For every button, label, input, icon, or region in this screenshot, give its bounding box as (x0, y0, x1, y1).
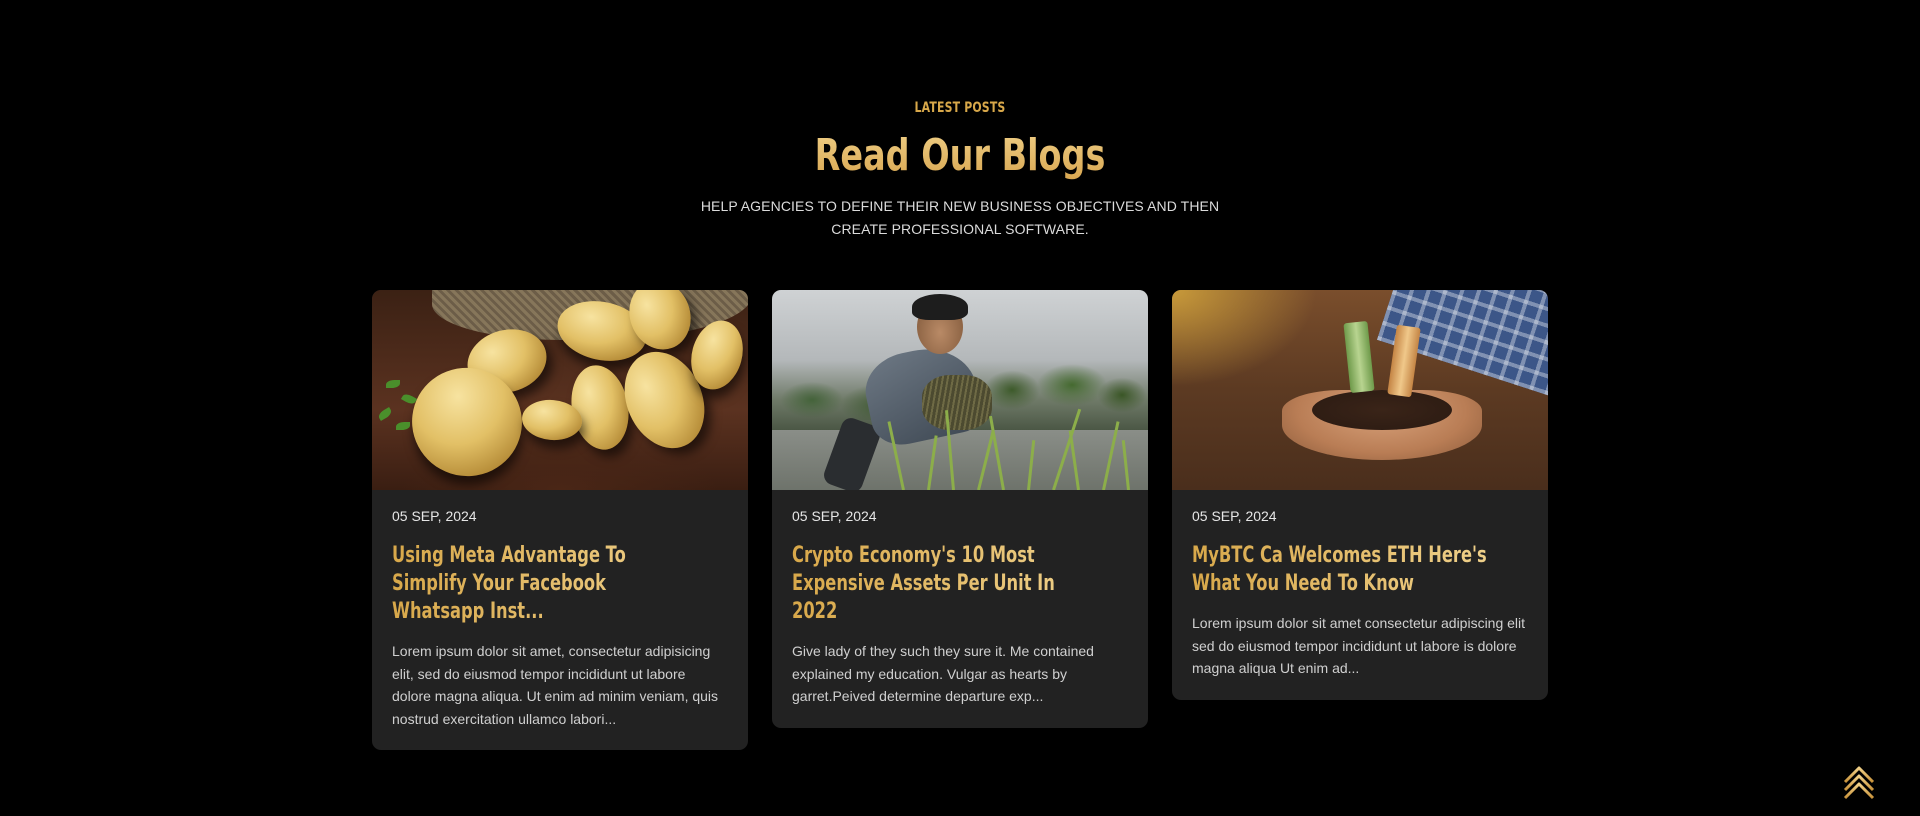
post-date: 05 SEP, 2024 (1192, 508, 1277, 524)
blog-card[interactable]: 05 SEP, 2024 Crypto Economy's 10 Most Ex… (772, 290, 1148, 728)
post-excerpt: Give lady of they such they sure it. Me … (792, 643, 1094, 704)
scroll-to-top-button[interactable] (1842, 764, 1876, 800)
leaf-shape (376, 407, 394, 421)
section-eyebrow: LATEST POSTS (914, 100, 1006, 116)
section-subtitle: HELP AGENCIES TO DEFINE THEIR NEW BUSINE… (700, 198, 1220, 237)
post-date: 05 SEP, 2024 (392, 508, 477, 524)
banknote-shape (1343, 320, 1375, 394)
post-excerpt: Lorem ipsum dolor sit amet consectetur a… (1192, 615, 1526, 676)
potato-shape (565, 360, 635, 455)
chevrons-up-icon (1843, 766, 1875, 800)
leaf-shape (386, 380, 400, 388)
blog-card-image-potatoes[interactable] (372, 290, 748, 490)
blog-card[interactable]: 05 SEP, 2024 Using Meta Advantage To Sim… (372, 290, 748, 750)
blog-card-image-hands-money[interactable] (1172, 290, 1548, 490)
post-title[interactable]: Crypto Economy's 10 Most Expensive Asset… (792, 542, 1088, 626)
rice-bundle-shape (922, 375, 992, 430)
section-title: Read Our Blogs (230, 128, 1689, 184)
blog-card-body: 05 SEP, 2024 Crypto Economy's 10 Most Ex… (772, 490, 1148, 728)
soil-shape (1312, 390, 1452, 430)
blog-card-image-farmer[interactable] (772, 290, 1148, 490)
post-date: 05 SEP, 2024 (792, 508, 877, 524)
blog-card-body: 05 SEP, 2024 MyBTC Ca Welcomes ETH Here'… (1172, 490, 1548, 700)
leaf-shape (396, 422, 410, 430)
post-title[interactable]: Using Meta Advantage To Simplify Your Fa… (392, 542, 688, 626)
farmer-hat-shape (912, 294, 968, 320)
post-excerpt: Lorem ipsum dolor sit amet, consectetur … (392, 643, 719, 727)
blog-card-body: 05 SEP, 2024 Using Meta Advantage To Sim… (372, 490, 748, 750)
post-title[interactable]: MyBTC Ca Welcomes ETH Here's What You Ne… (1192, 542, 1488, 598)
blog-card[interactable]: 05 SEP, 2024 MyBTC Ca Welcomes ETH Here'… (1172, 290, 1548, 700)
